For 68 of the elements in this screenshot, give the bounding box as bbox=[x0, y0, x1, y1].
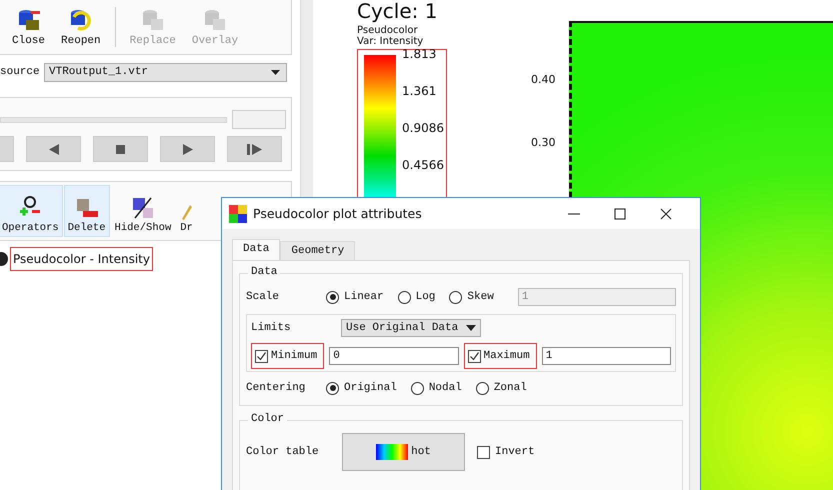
limits-dropdown[interactable]: Use Original Data bbox=[341, 319, 481, 337]
radio-button[interactable] bbox=[449, 290, 462, 304]
legend-tick-label: 0.9086 bbox=[401, 123, 444, 134]
source-label: source bbox=[0, 66, 41, 78]
checkbox[interactable] bbox=[255, 350, 268, 362]
reverse-button[interactable] bbox=[26, 136, 81, 162]
toolbar-button[interactable]: Reopen bbox=[55, 6, 107, 48]
hide-show-icon bbox=[130, 196, 155, 220]
plot-toolbar-button[interactable]: Delete bbox=[64, 185, 110, 237]
centering-label: Centering bbox=[246, 382, 306, 394]
color-table-label: Color table bbox=[246, 446, 320, 458]
radio-button[interactable] bbox=[326, 290, 339, 304]
color-table-button[interactable]: hot bbox=[342, 433, 465, 471]
tab[interactable]: Geometry bbox=[280, 241, 356, 260]
source-dropdown[interactable]: VTRoutput_1.vtr bbox=[44, 62, 287, 82]
tab[interactable]: Data bbox=[232, 239, 280, 260]
caret-icon bbox=[466, 325, 476, 331]
radio-option[interactable]: Original bbox=[326, 382, 397, 394]
radio-button[interactable] bbox=[476, 382, 489, 394]
cycle-title: Cycle: 1 bbox=[357, 0, 438, 22]
legend-title: Pseudocolor bbox=[357, 25, 419, 36]
limit-field[interactable]: 0 bbox=[329, 347, 458, 365]
plot-toolbar-button[interactable]: Hide/Show bbox=[110, 185, 176, 237]
checkbox[interactable] bbox=[477, 446, 490, 458]
limit-field[interactable]: 1 bbox=[542, 347, 671, 365]
radio-button[interactable] bbox=[398, 290, 411, 304]
maximize-icon[interactable] bbox=[614, 208, 626, 220]
play-icon bbox=[182, 144, 192, 154]
rainbow-swatch-icon bbox=[376, 444, 408, 460]
time-slider[interactable] bbox=[0, 116, 227, 122]
legend-tick-label: 0.4566 bbox=[401, 160, 444, 171]
limit-checkbox[interactable]: Minimum bbox=[251, 343, 324, 369]
play-button[interactable] bbox=[160, 136, 215, 162]
radio-option[interactable]: Log bbox=[398, 290, 436, 304]
radio-option[interactable]: Skew bbox=[449, 290, 494, 304]
limit-checkbox[interactable]: Maximum bbox=[464, 343, 537, 369]
reverse-icon bbox=[48, 144, 58, 154]
check-icon bbox=[256, 350, 267, 362]
invert-checkbox[interactable]: Invert bbox=[477, 446, 535, 458]
check-icon bbox=[468, 350, 480, 362]
stop-icon bbox=[116, 144, 125, 154]
radio-option[interactable]: Linear bbox=[326, 290, 384, 304]
radio-button[interactable] bbox=[326, 382, 339, 394]
axis-tick-label: 0.40 bbox=[531, 73, 556, 86]
radio-option[interactable]: Zonal bbox=[476, 382, 527, 394]
radio-button[interactable] bbox=[410, 382, 424, 394]
app-icon bbox=[229, 204, 247, 222]
plot-toolbar-button[interactable]: Operators bbox=[0, 185, 63, 237]
legend-tick-label: 1.361 bbox=[401, 86, 438, 97]
close-icon[interactable] bbox=[660, 208, 672, 220]
checkbox[interactable] bbox=[468, 350, 480, 362]
stop-button[interactable] bbox=[93, 136, 148, 162]
scale-label: Scale bbox=[246, 291, 280, 303]
legend-tick-label: 1.813 bbox=[401, 49, 438, 60]
step-button[interactable] bbox=[227, 136, 282, 162]
time-field[interactable] bbox=[232, 110, 286, 129]
legend-variable: Var: Intensity bbox=[357, 36, 424, 47]
pencil-icon bbox=[182, 205, 192, 220]
radio-option[interactable]: Nodal bbox=[410, 382, 462, 394]
limits-label: Limits bbox=[251, 322, 292, 334]
plot-list-item[interactable]: Pseudocolor - Intensity bbox=[10, 247, 153, 271]
dialog-title: Pseudocolor plot attributes bbox=[253, 206, 423, 221]
step-icon bbox=[247, 144, 262, 154]
caret-icon bbox=[271, 70, 280, 74]
delete-plot-icon bbox=[74, 198, 99, 220]
toolbar-button[interactable]: Close bbox=[6, 6, 52, 48]
plot-toolbar-button[interactable]: Dr bbox=[176, 185, 197, 237]
axis-tick-label: 0.30 bbox=[531, 136, 556, 149]
